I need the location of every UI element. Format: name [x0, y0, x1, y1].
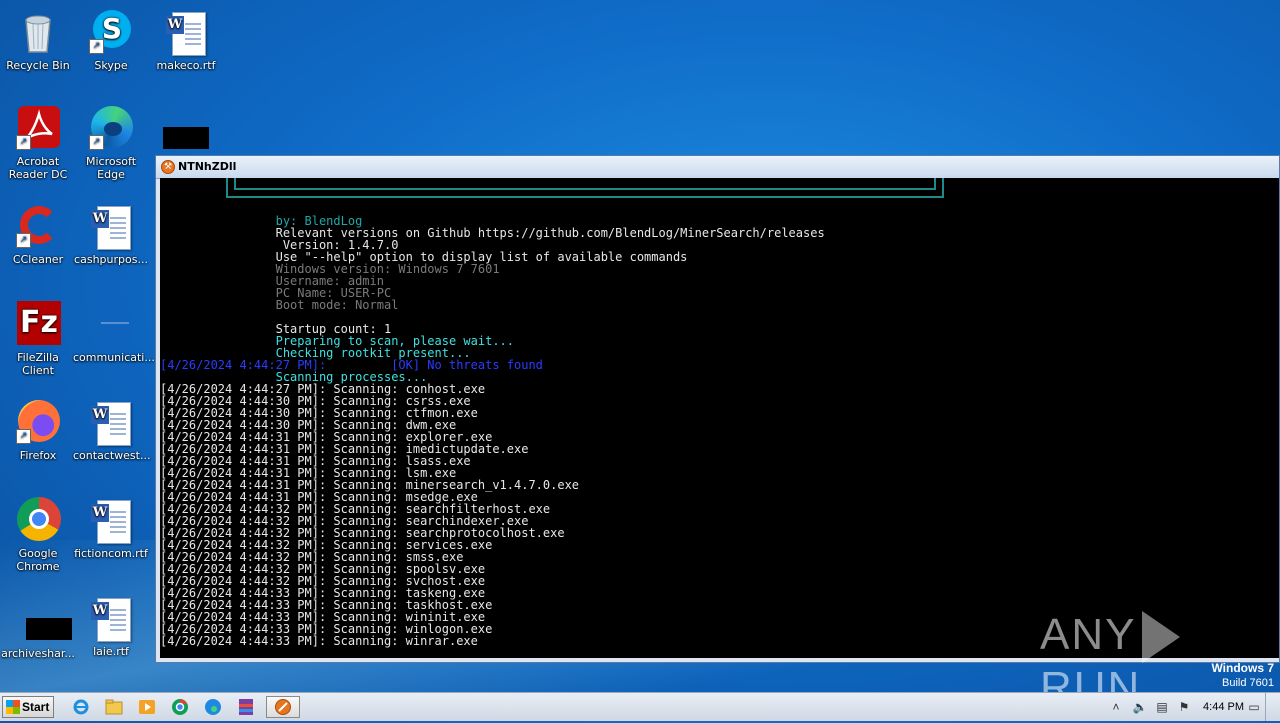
edge-icon[interactable] [200, 696, 226, 718]
desktop-icon-label: Firefox [19, 449, 57, 462]
console-line: [4/26/2024 4:44:33 PM]: Scanning: winrar… [160, 634, 478, 648]
system-tray: ˄ 🔈 ▤ ⚑ 4:44 PM ▭ [1100, 693, 1280, 721]
desktop-icon-skype[interactable]: S ↗ Skype [73, 8, 149, 72]
volume-icon[interactable]: 🔈 [1132, 699, 1148, 715]
edge-icon: ↗ [87, 104, 135, 152]
internet-explorer-icon[interactable] [68, 696, 94, 718]
desktop-icon-label: Recycle Bin [6, 59, 70, 72]
ascii-banner [226, 178, 944, 198]
console-line: Boot mode: Normal [160, 298, 399, 312]
show-desktop-button[interactable] [1265, 693, 1280, 721]
clock[interactable]: 4:44 PM [1203, 701, 1244, 713]
desktop-icon-makeco[interactable]: W makeco.rtf [148, 8, 224, 72]
firefox-icon: ↗ [14, 398, 62, 446]
network-icon[interactable]: ▤ [1154, 699, 1170, 715]
desktop-icon-label: Skype [94, 59, 128, 72]
desktop-icon-label: fictioncom.rtf [74, 547, 148, 560]
acrobat-icon: ↗ [14, 104, 62, 152]
filezilla-icon: Fz [14, 300, 62, 348]
window-title: NTNhZDll [178, 160, 237, 173]
media-player-icon[interactable] [134, 696, 160, 718]
redacted-desktop-icon[interactable] [163, 127, 209, 149]
desktop-icon-acrobat[interactable]: ↗ Acrobat Reader DC [0, 104, 76, 181]
desktop-icon-label: archiveshar... [1, 647, 75, 660]
chrome-icon[interactable] [167, 696, 193, 718]
desktop-icon-label: Google Chrome [16, 547, 60, 573]
word-document-icon: W [87, 398, 135, 446]
os-name: Windows 7 [1211, 661, 1274, 675]
desktop-icon-fictioncom[interactable]: W fictioncom.rtf [73, 496, 149, 560]
desktop: Recycle Bin ↗ Acrobat Reader DC ↗ CClean… [0, 0, 1280, 712]
window-titlebar[interactable]: ⚒ NTNhZDll [156, 156, 1279, 179]
start-button[interactable]: Start [2, 696, 54, 718]
desktop-icon-label: makeco.rtf [156, 59, 216, 72]
desktop-icon-label: laie.rtf [93, 645, 129, 658]
desktop-icon-label: contactwest... [73, 449, 151, 462]
desktop-icon-laie[interactable]: W laie.rtf [73, 594, 149, 658]
recycle-bin-icon [14, 8, 62, 56]
ccleaner-icon: ↗ [14, 202, 62, 250]
desktop-icon-edge[interactable]: ↗ Microsoft Edge [73, 104, 149, 181]
word-document-icon: W [162, 8, 210, 56]
os-build: Build 7601 [1222, 677, 1274, 689]
word-document-icon: W [87, 202, 135, 250]
desktop-icon-label: communicati... [73, 351, 155, 364]
shortcut-arrow-icon: ↗ [89, 39, 104, 54]
desktop-icon-label: cashpurpos... [74, 253, 148, 266]
play-icon [1142, 611, 1181, 664]
windows-version-info: Windows 7 Build 7601 [1211, 661, 1274, 691]
redacted-icon [14, 614, 72, 644]
desktop-icon-communicati[interactable]: communicati... [73, 300, 155, 364]
word-document-icon: W [87, 594, 135, 642]
skype-icon: S ↗ [87, 8, 135, 56]
desktop-icon-archiveshar[interactable]: archiveshar... [0, 614, 76, 660]
chrome-icon [14, 496, 62, 544]
console-window[interactable]: ⚒ NTNhZDll by: BlendLog Relevant version… [155, 155, 1280, 663]
watermark-any: ANY [1040, 610, 1137, 659]
desktop-icon-label: FileZilla Client [17, 351, 59, 377]
explorer-folder-icon[interactable] [101, 696, 127, 718]
taskbar: Start ˄ 🔈 ▤ ⚑ 4:44 PM ▭ [0, 692, 1280, 721]
notification-icon[interactable]: ▭ [1246, 699, 1262, 715]
shortcut-arrow-icon: ↗ [16, 429, 31, 444]
minersearch-icon[interactable] [266, 696, 300, 718]
app-icon: ⚒ [161, 160, 175, 174]
document-icon [87, 300, 135, 348]
windows-flag-icon [6, 700, 20, 714]
shortcut-arrow-icon: ↗ [16, 233, 31, 248]
shortcut-arrow-icon: ↗ [16, 135, 31, 150]
shortcut-arrow-icon: ↗ [89, 135, 104, 150]
desktop-icon-label: CCleaner [12, 253, 64, 266]
desktop-icon-firefox[interactable]: ↗ Firefox [0, 398, 76, 462]
start-label: Start [22, 700, 50, 714]
console-output[interactable]: by: BlendLog Relevant versions on Github… [160, 178, 1279, 658]
desktop-icon-label: Acrobat Reader DC [8, 155, 68, 181]
desktop-icon-label: Microsoft Edge [85, 155, 137, 181]
desktop-icon-chrome[interactable]: Google Chrome [0, 496, 76, 573]
winrar-icon[interactable] [233, 696, 259, 718]
desktop-icon-recycle-bin[interactable]: Recycle Bin [0, 8, 76, 72]
action-center-flag-icon[interactable]: ⚑ [1176, 699, 1192, 715]
desktop-icon-filezilla[interactable]: Fz FileZilla Client [0, 300, 76, 377]
desktop-icon-ccleaner[interactable]: ↗ CCleaner [0, 202, 76, 266]
desktop-icon-contactwest[interactable]: W contactwest... [73, 398, 151, 462]
show-hidden-icons-icon[interactable]: ˄ [1108, 699, 1124, 715]
word-document-icon: W [87, 496, 135, 544]
desktop-icon-cashpurpos[interactable]: W cashpurpos... [73, 202, 149, 266]
